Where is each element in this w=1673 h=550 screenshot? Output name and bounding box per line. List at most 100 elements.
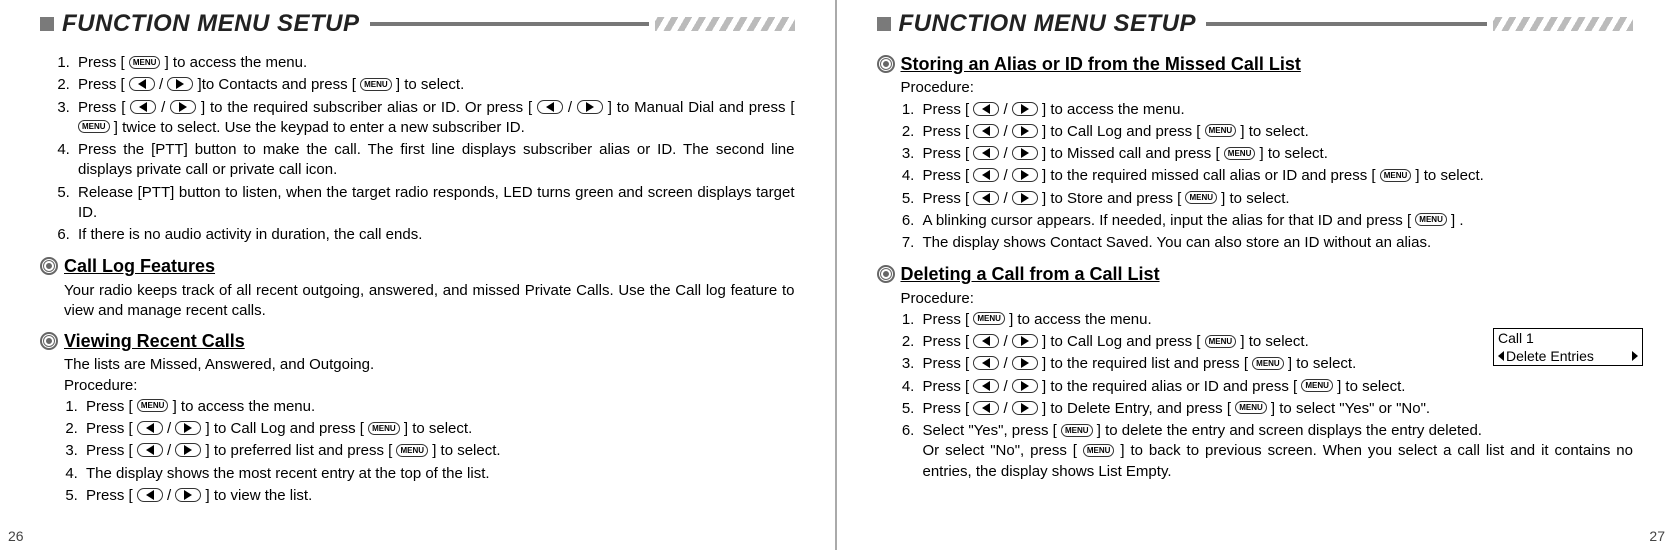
left-arrow-key-icon bbox=[973, 102, 999, 116]
menu-key-icon: MENU bbox=[1235, 401, 1267, 414]
left-arrow-key-icon bbox=[137, 421, 163, 435]
menu-key-icon: MENU bbox=[1415, 213, 1447, 226]
right-arrow-key-icon bbox=[1012, 379, 1038, 393]
section-call-log: Call Log Features Your radio keeps track… bbox=[40, 254, 795, 321]
section-title: Storing an Alias or ID from the Missed C… bbox=[901, 52, 1301, 76]
lcd-line-2: Delete Entries bbox=[1494, 347, 1642, 365]
right-content: Storing an Alias or ID from the Missed C… bbox=[877, 52, 1634, 483]
header-bullet-icon bbox=[40, 17, 54, 31]
page-left: FUNCTION MENU SETUP Press [ MENU ] to ac… bbox=[0, 0, 837, 550]
triangle-right-icon bbox=[1632, 351, 1638, 361]
left-arrow-key-icon bbox=[973, 379, 999, 393]
list-item: Press [ / ] to Call Log and press [ MENU… bbox=[919, 121, 1634, 143]
menu-key-icon: MENU bbox=[1205, 335, 1237, 348]
left-arrow-key-icon bbox=[129, 77, 155, 91]
section-title: Viewing Recent Calls bbox=[64, 329, 245, 353]
page-number: 27 bbox=[1649, 528, 1665, 544]
menu-key-icon: MENU bbox=[973, 312, 1005, 325]
lcd-display: Call 1 Delete Entries bbox=[1493, 328, 1643, 366]
menu-key-icon: MENU bbox=[1205, 124, 1237, 137]
menu-key-icon: MENU bbox=[360, 78, 392, 91]
left-arrow-key-icon bbox=[537, 100, 563, 114]
list-item: Press [ / ] to the required missed call … bbox=[919, 165, 1634, 187]
page-title: FUNCTION MENU SETUP bbox=[899, 10, 1197, 38]
left-sec2-list: Press [ MENU ] to access the menu.Press … bbox=[82, 396, 795, 507]
menu-key-icon: MENU bbox=[1083, 444, 1115, 457]
section-viewing-recent: Viewing Recent Calls The lists are Misse… bbox=[40, 329, 795, 507]
page-right: FUNCTION MENU SETUP Storing an Alias or … bbox=[837, 0, 1673, 550]
list-item: Press [ / ] to Store and press [ MENU ] … bbox=[919, 188, 1634, 210]
list-item: A blinking cursor appears. If needed, in… bbox=[919, 210, 1634, 232]
left-arrow-key-icon bbox=[137, 488, 163, 502]
list-item: Press [ / ] to Missed call and press [ M… bbox=[919, 143, 1634, 165]
right-arrow-key-icon bbox=[170, 100, 196, 114]
section-body: Procedure: Press [ / ] to access the men… bbox=[901, 78, 1634, 254]
list-item: Press [ / ] to Call Log and press [ MENU… bbox=[82, 418, 795, 440]
list-item: Press [ / ] to preferred list and press … bbox=[82, 440, 795, 462]
section-body: The lists are Missed, Answered, and Outg… bbox=[64, 355, 795, 507]
list-item: Press [ / ] to Delete Entry, and press [… bbox=[919, 398, 1634, 420]
left-arrow-key-icon bbox=[973, 356, 999, 370]
menu-key-icon: MENU bbox=[1061, 424, 1093, 437]
lcd-line-1: Call 1 bbox=[1494, 329, 1642, 347]
list-item: Press [ MENU ] to access the menu. bbox=[82, 396, 795, 418]
left-arrow-key-icon bbox=[973, 401, 999, 415]
lcd-selected-text: Delete Entries bbox=[1506, 348, 1594, 364]
left-arrow-key-icon bbox=[973, 146, 999, 160]
right-arrow-key-icon bbox=[175, 443, 201, 457]
header-stripes-icon bbox=[655, 17, 795, 31]
section-intro-line: The lists are Missed, Answered, and Outg… bbox=[64, 355, 795, 375]
right-arrow-key-icon bbox=[1012, 168, 1038, 182]
right-arrow-key-icon bbox=[577, 100, 603, 114]
menu-key-icon: MENU bbox=[368, 422, 400, 435]
section-title: Call Log Features bbox=[64, 254, 215, 278]
list-item: The display shows the most recent entry … bbox=[82, 463, 795, 485]
left-arrow-key-icon bbox=[973, 168, 999, 182]
section-deleting-call: Deleting a Call from a Call List Procedu… bbox=[877, 262, 1634, 483]
list-item: Release [PTT] button to listen, when the… bbox=[74, 182, 795, 225]
page-number: 26 bbox=[8, 528, 24, 544]
menu-key-icon: MENU bbox=[396, 444, 428, 457]
left-arrow-key-icon bbox=[973, 334, 999, 348]
left-top-list: Press [ MENU ] to access the menu.Press … bbox=[74, 52, 795, 246]
page-title: FUNCTION MENU SETUP bbox=[62, 10, 360, 38]
right-arrow-key-icon bbox=[1012, 102, 1038, 116]
left-arrow-key-icon bbox=[137, 443, 163, 457]
left-content: Press [ MENU ] to access the menu.Press … bbox=[40, 52, 795, 507]
triangle-left-icon bbox=[1498, 351, 1504, 361]
signal-icon bbox=[40, 257, 58, 275]
list-item: Press [ / ]to Contacts and press [ MENU … bbox=[74, 74, 795, 96]
menu-key-icon: MENU bbox=[1380, 169, 1412, 182]
header-rule bbox=[1206, 22, 1487, 26]
section-title: Deleting a Call from a Call List bbox=[901, 262, 1160, 286]
right-sec1-list: Press [ / ] to access the menu.Press [ /… bbox=[919, 99, 1634, 255]
left-arrow-key-icon bbox=[973, 124, 999, 138]
header-bullet-icon bbox=[877, 17, 891, 31]
list-item: Press the [PTT] button to make the call.… bbox=[74, 139, 795, 182]
section-body-text: Your radio keeps track of all recent out… bbox=[64, 281, 795, 322]
signal-icon bbox=[40, 332, 58, 350]
right-arrow-key-icon bbox=[1012, 356, 1038, 370]
page-spread: FUNCTION MENU SETUP Press [ MENU ] to ac… bbox=[0, 0, 1673, 550]
menu-key-icon: MENU bbox=[1301, 379, 1333, 392]
right-arrow-key-icon bbox=[175, 488, 201, 502]
list-item: The display shows Contact Saved. You can… bbox=[919, 232, 1634, 254]
right-arrow-key-icon bbox=[1012, 191, 1038, 205]
right-arrow-key-icon bbox=[1012, 334, 1038, 348]
menu-key-icon: MENU bbox=[1185, 191, 1217, 204]
list-item: Select "Yes", press [ MENU ] to delete t… bbox=[919, 420, 1634, 483]
signal-icon bbox=[877, 55, 895, 73]
right-arrow-key-icon bbox=[167, 77, 193, 91]
header-band: FUNCTION MENU SETUP bbox=[40, 10, 795, 38]
section-procedure-label: Procedure: bbox=[901, 289, 1634, 309]
menu-key-icon: MENU bbox=[137, 399, 169, 412]
menu-key-icon: MENU bbox=[129, 56, 161, 69]
list-item: Press [ / ] to the required subscriber a… bbox=[74, 97, 795, 140]
signal-icon bbox=[877, 265, 895, 283]
list-item: Press [ / ] to access the menu. bbox=[919, 99, 1634, 121]
left-arrow-key-icon bbox=[973, 191, 999, 205]
list-item: Press [ MENU ] to access the menu. bbox=[74, 52, 795, 74]
list-item: If there is no audio activity in duratio… bbox=[74, 224, 795, 246]
section-storing-alias: Storing an Alias or ID from the Missed C… bbox=[877, 52, 1634, 254]
left-arrow-key-icon bbox=[130, 100, 156, 114]
